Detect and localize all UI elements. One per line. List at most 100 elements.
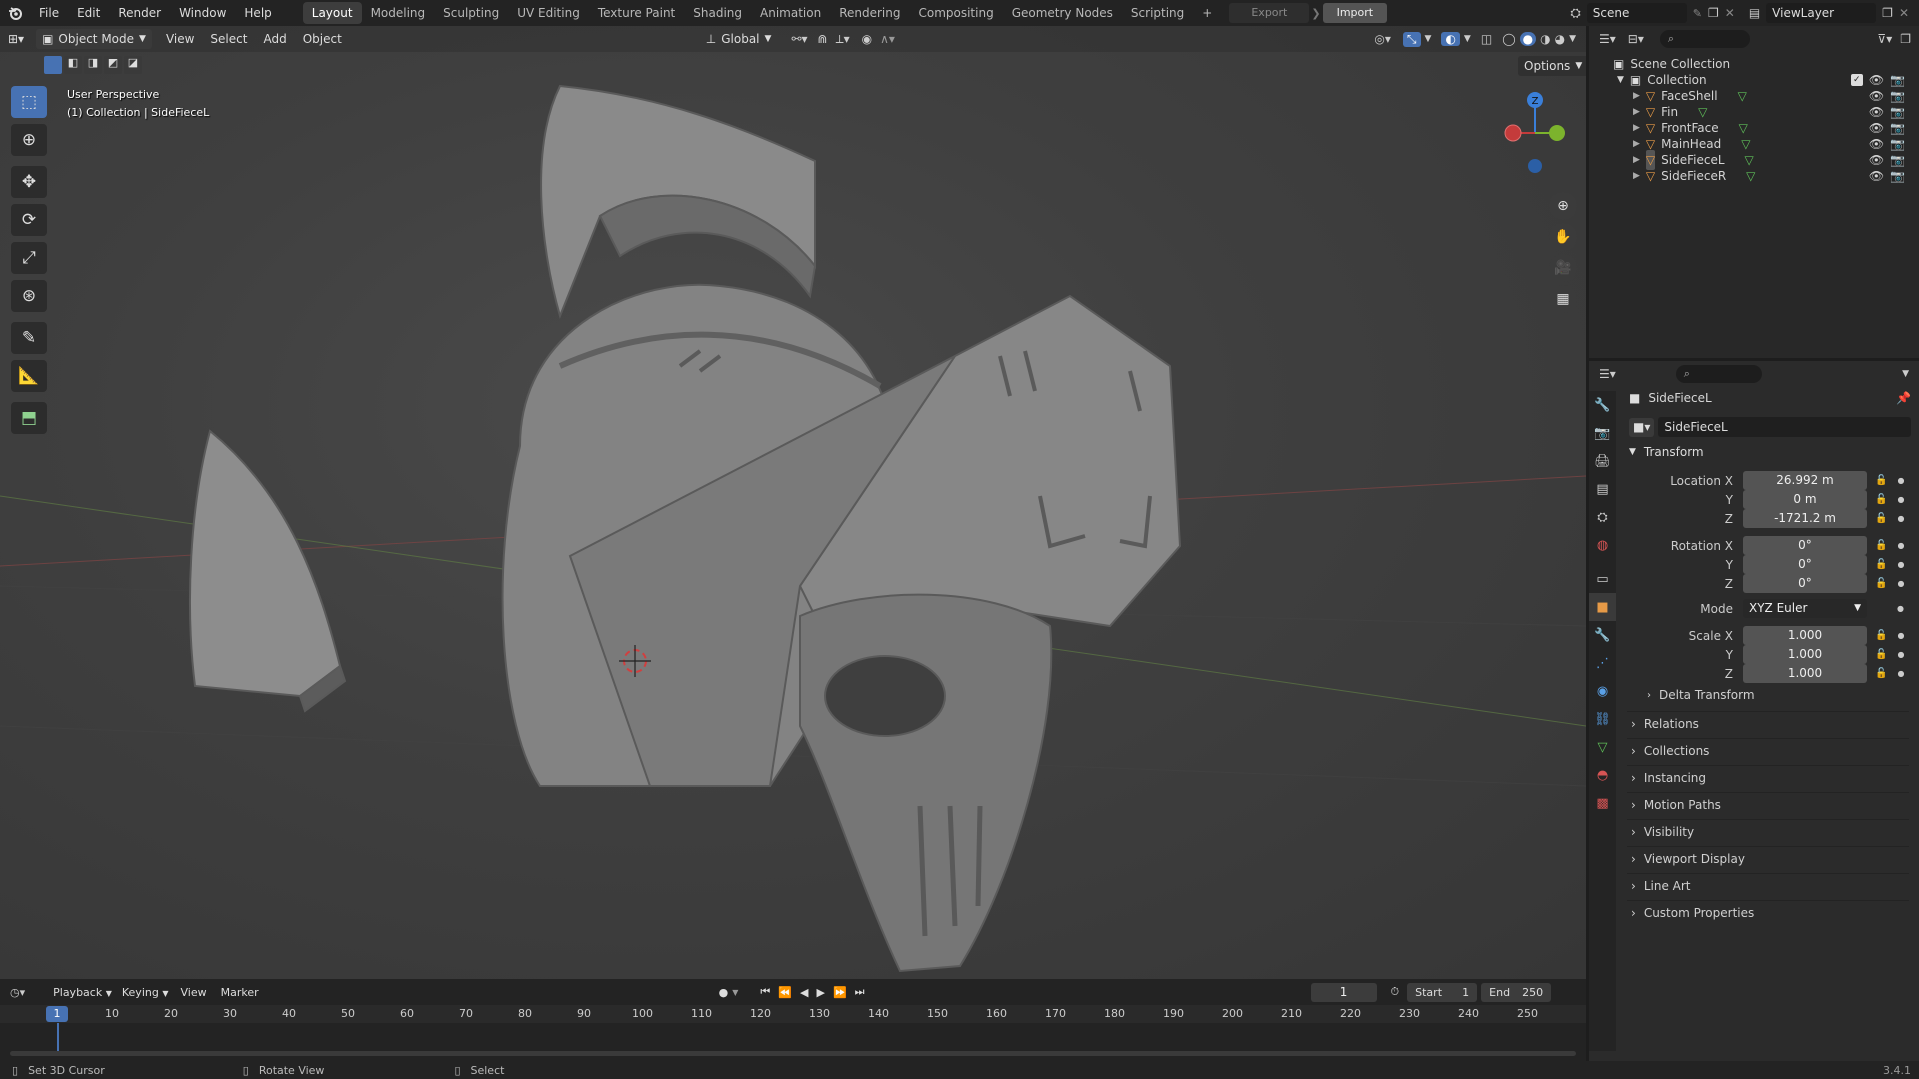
object-name-field[interactable]: SideFieceL <box>1658 417 1911 437</box>
lock-icon[interactable]: 🔓 <box>1875 513 1887 524</box>
viewport-display-panel[interactable]: › Viewport Display <box>1627 846 1909 870</box>
blender-logo-icon[interactable] <box>0 0 30 26</box>
tab-sculpting[interactable]: Sculpting <box>434 2 508 24</box>
outliner-search-input[interactable]: ⌕ <box>1659 30 1750 48</box>
data-tab-icon[interactable]: ▽ <box>1589 733 1616 761</box>
stopwatch-icon[interactable]: ⏱ <box>1391 985 1400 999</box>
overlay-toggle-icon[interactable]: ◐ <box>1441 32 1460 46</box>
chevron-down-icon[interactable]: ▼ <box>1569 34 1576 44</box>
camera-view-icon[interactable]: 🎥 <box>1549 254 1577 282</box>
current-frame-field[interactable]: 1 <box>1310 982 1377 1002</box>
jump-end-icon[interactable]: ⏭ <box>855 985 865 999</box>
world-tab-icon[interactable]: ◍ <box>1589 531 1616 559</box>
select-new-icon[interactable] <box>44 56 62 74</box>
keyframe-dot-icon[interactable]: ● <box>1897 514 1904 523</box>
motion-paths-panel[interactable]: › Motion Paths <box>1627 792 1909 816</box>
visibility-panel[interactable]: › Visibility <box>1627 819 1909 843</box>
keyframe-dot-icon[interactable]: ● <box>1897 650 1904 659</box>
viewport-menu-object[interactable]: Object <box>295 28 350 50</box>
tab-modeling[interactable]: Modeling <box>362 2 435 24</box>
select-extend-icon[interactable]: ◧ <box>64 56 82 74</box>
particles-tab-icon[interactable]: ⋰ <box>1589 649 1616 677</box>
scale-x-field[interactable]: 1.000 <box>1743 626 1867 645</box>
tab-texture-paint[interactable]: Texture Paint <box>589 2 684 24</box>
timeline-editor-icon[interactable]: ◷▾ <box>10 986 25 999</box>
scale-tool[interactable]: ⤢ <box>11 242 47 274</box>
view-layer-tab-icon[interactable]: ▤ <box>1589 475 1616 503</box>
new-collection-icon[interactable]: ❐ <box>1900 32 1911 46</box>
location-z-field[interactable]: -1721.2 m <box>1743 509 1867 528</box>
rendered-shading-icon[interactable]: ◕ <box>1555 32 1565 46</box>
frame-cursor[interactable]: 1 <box>46 1006 68 1022</box>
add-cube-tool[interactable]: ⬒ <box>11 402 47 434</box>
view-layer-icon[interactable]: ▤ <box>1749 6 1760 20</box>
select-intersect-icon[interactable]: ◪ <box>124 56 142 74</box>
xray-icon[interactable]: ◫ <box>1481 32 1492 46</box>
lock-icon[interactable]: 🔓 <box>1875 559 1887 570</box>
next-keyframe-icon[interactable]: ⏩ <box>833 986 847 999</box>
visibility-icon[interactable]: ◎▾ <box>1374 32 1391 46</box>
relations-panel[interactable]: › Relations <box>1627 711 1909 735</box>
scale-z-field[interactable]: 1.000 <box>1743 664 1867 683</box>
perspective-grid-icon[interactable]: ▦ <box>1549 285 1577 313</box>
jump-start-icon[interactable]: ⏮ <box>760 985 770 999</box>
3d-viewport[interactable]: ⊞▾ ▣ Object Mode ▼ View Select Add Objec… <box>0 26 1586 979</box>
viewport-menu-add[interactable]: Add <box>255 28 294 50</box>
close-icon[interactable]: ✕ <box>1725 6 1735 20</box>
camera-icon[interactable]: 📷 <box>1890 166 1905 186</box>
select-subtract-icon[interactable]: ◨ <box>84 56 102 74</box>
tool-tab-icon[interactable]: 🔧 <box>1589 391 1616 419</box>
prev-keyframe-icon[interactable]: ⏪ <box>778 986 792 999</box>
mode-dropdown[interactable]: ▣ Object Mode ▼ <box>36 29 152 49</box>
new-view-layer-icon[interactable]: ❐ <box>1882 6 1893 20</box>
outliner-editor-icon[interactable]: ☰▾ <box>1599 32 1616 46</box>
rotate-tool[interactable]: ⟳ <box>11 204 47 236</box>
keyframe-dot-icon[interactable]: ● <box>1897 476 1904 485</box>
line-art-panel[interactable]: › Line Art <box>1627 873 1909 897</box>
material-shading-icon[interactable]: ◑ <box>1540 32 1550 46</box>
timeline-scrollbar[interactable] <box>10 1051 1576 1056</box>
keyframe-dot-icon[interactable]: ● <box>1897 604 1904 613</box>
keyframe-dot-icon[interactable]: ● <box>1897 669 1904 678</box>
custom-properties-panel[interactable]: › Custom Properties <box>1627 900 1909 924</box>
snap-icon[interactable]: ⋒ <box>818 32 828 46</box>
pin-icon[interactable]: 📌 <box>1896 391 1911 405</box>
filter-icon[interactable]: ⊽▾ <box>1877 32 1892 46</box>
editor-type-icon[interactable]: ⊞▾ <box>0 32 32 46</box>
transform-orientation-dropdown[interactable]: ⊥ Global ▼ <box>700 29 778 49</box>
new-scene-icon[interactable]: ❐ <box>1708 6 1719 20</box>
end-frame-field[interactable]: End 250 <box>1481 982 1552 1002</box>
solid-shading-icon[interactable]: ● <box>1519 32 1537 46</box>
close-view-layer-icon[interactable]: ✕ <box>1899 6 1909 20</box>
lock-icon[interactable]: 🔓 <box>1875 475 1887 486</box>
tab-layout[interactable]: Layout <box>302 2 362 24</box>
tab-shading[interactable]: Shading <box>684 2 751 24</box>
tab-geometry-nodes[interactable]: Geometry Nodes <box>1003 2 1122 24</box>
outliner-item-sidefiecer[interactable]: ▶ ▽ SideFieceR ▽ 👁 📷 <box>1633 166 1917 186</box>
keyframe-dot-icon[interactable]: ● <box>1897 495 1904 504</box>
menu-help[interactable]: Help <box>235 0 280 26</box>
cursor-tool[interactable]: ⊕ <box>11 124 47 156</box>
keyframe-dot-icon[interactable]: ● <box>1897 579 1904 588</box>
lock-icon[interactable]: 🔓 <box>1875 494 1887 505</box>
scene-icon[interactable]: ⛭ <box>1570 6 1580 21</box>
material-tab-icon[interactable]: ◓ <box>1589 761 1616 789</box>
marker-menu[interactable]: Marker <box>221 986 259 999</box>
transform-header[interactable]: ▼ Transform <box>1629 445 1704 459</box>
proportional-edit-icon[interactable]: ◉ <box>862 32 872 46</box>
menu-render[interactable]: Render <box>109 0 170 26</box>
pivot-icon[interactable]: ⚯▾ <box>791 32 807 46</box>
timeline-ruler[interactable]: 1 10 20 30 40 50 60 70 80 90 100 110 120… <box>0 1005 1586 1023</box>
zoom-icon[interactable]: ⊕ <box>1549 192 1577 220</box>
playback-menu[interactable]: Playback ▼ <box>53 986 112 999</box>
annotate-tool[interactable]: ✎ <box>11 322 47 354</box>
collection-tab-icon[interactable]: ▭ <box>1589 565 1616 593</box>
lock-icon[interactable]: 🔓 <box>1875 668 1887 679</box>
transform-tool[interactable]: ⊛ <box>11 280 47 312</box>
measure-tool[interactable]: 📐 <box>11 360 47 392</box>
menu-window[interactable]: Window <box>170 0 235 26</box>
instancing-panel[interactable]: › Instancing <box>1627 765 1909 789</box>
start-frame-field[interactable]: Start 1 <box>1407 982 1478 1002</box>
export-button[interactable]: Export <box>1229 3 1310 23</box>
keyframe-dot-icon[interactable]: ● <box>1897 631 1904 640</box>
